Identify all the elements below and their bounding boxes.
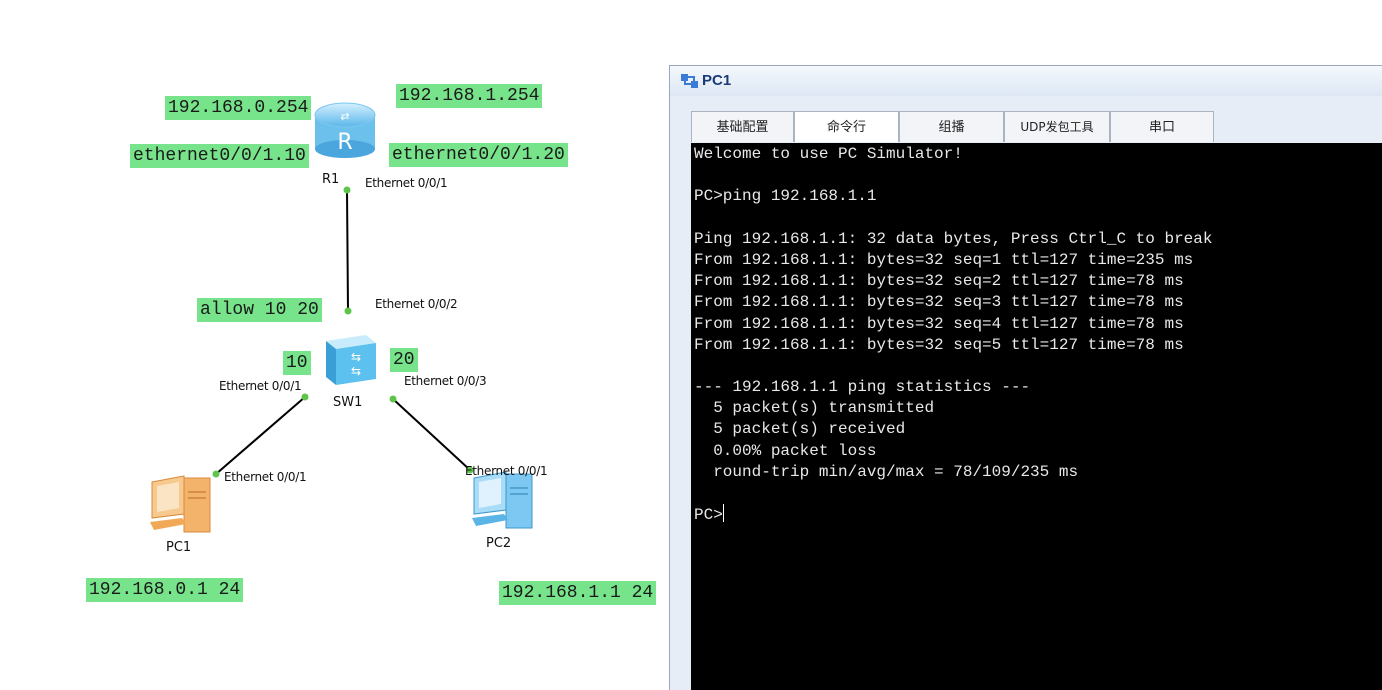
pc1-name: PC1 bbox=[166, 540, 192, 555]
subinterface-10-label: ethernet0/0/1.10 bbox=[130, 144, 309, 168]
console-line: From 192.168.1.1: bytes=32 seq=1 ttl=127… bbox=[694, 250, 1194, 269]
svg-text:⇄: ⇄ bbox=[340, 110, 349, 123]
command-console[interactable]: Welcome to use PC Simulator! PC>ping 192.… bbox=[691, 143, 1382, 690]
console-line: Ping 192.168.1.1: 32 data bytes, Press C… bbox=[694, 229, 1213, 248]
link-sw1-pc1 bbox=[215, 396, 306, 475]
pc-simulator-window[interactable]: PC1 基础配置 命令行 组播 UDP发包工具 串口 Welcome to us… bbox=[669, 65, 1382, 690]
pc2-icon[interactable] bbox=[468, 470, 536, 532]
console-line: --- 192.168.1.1 ping statistics --- bbox=[694, 378, 1031, 397]
gateway-vlan10-label: 192.168.0.254 bbox=[165, 96, 312, 120]
tab-udp-tool[interactable]: UDP发包工具 bbox=[1004, 111, 1110, 142]
console-line: 5 packet(s) transmitted bbox=[694, 399, 935, 418]
console-line: From 192.168.1.1: bytes=32 seq=4 ttl=127… bbox=[694, 314, 1184, 333]
port-dot bbox=[343, 186, 351, 194]
port-label-pc1: Ethernet 0/0/1 bbox=[224, 470, 307, 484]
router-name: R1 bbox=[322, 172, 340, 187]
switch-icon[interactable]: ⇆ ⇆ bbox=[320, 333, 378, 387]
subinterface-20-label: ethernet0/0/1.20 bbox=[389, 143, 568, 167]
svg-text:R: R bbox=[337, 130, 352, 155]
console-line: 5 packet(s) received bbox=[694, 420, 906, 439]
link-sw1-pc2 bbox=[392, 398, 471, 471]
text-cursor bbox=[722, 504, 724, 523]
trunk-allow-label: allow 10 20 bbox=[197, 298, 322, 322]
pc1-ip-label: 192.168.0.1 24 bbox=[86, 578, 244, 602]
router-icon[interactable]: ⇄ R bbox=[313, 101, 377, 159]
pc2-name: PC2 bbox=[486, 536, 512, 551]
pc2-ip-label: 192.168.1.1 24 bbox=[499, 581, 657, 605]
console-line: Welcome to use PC Simulator! bbox=[694, 145, 963, 163]
console-output: Welcome to use PC Simulator! PC>ping 192.… bbox=[694, 144, 1382, 504]
port-dot bbox=[389, 395, 397, 403]
tab-command-line[interactable]: 命令行 bbox=[794, 111, 899, 142]
device-icon bbox=[681, 74, 698, 88]
console-line: 0.00% packet loss bbox=[694, 441, 877, 460]
port-dot bbox=[344, 307, 352, 315]
port-label-pc2: Ethernet 0/0/1 bbox=[465, 464, 548, 478]
port-label-r1: Ethernet 0/0/1 bbox=[365, 176, 448, 190]
tab-multicast[interactable]: 组播 bbox=[899, 111, 1004, 142]
vlan10-label: 10 bbox=[283, 351, 311, 375]
port-label-sw1-pc2: Ethernet 0/0/3 bbox=[404, 374, 487, 388]
pc1-icon[interactable] bbox=[146, 474, 214, 536]
window-titlebar[interactable]: PC1 bbox=[670, 66, 1382, 96]
svg-text:⇆: ⇆ bbox=[351, 350, 361, 364]
console-line: From 192.168.1.1: bytes=32 seq=5 ttl=127… bbox=[694, 335, 1184, 354]
window-title: PC1 bbox=[702, 72, 732, 89]
console-line: From 192.168.1.1: bytes=32 seq=3 ttl=127… bbox=[694, 293, 1184, 312]
port-dot bbox=[301, 393, 309, 401]
gateway-vlan20-label: 192.168.1.254 bbox=[396, 84, 543, 108]
console-prompt: PC> bbox=[694, 506, 723, 525]
topology-canvas[interactable]: ⇄ R R1 ⇆ ⇆ SW1 PC1 PC2 Ethernet 0/0/1 Et… bbox=[0, 0, 668, 689]
console-line: round-trip min/avg/max = 78/109/235 ms bbox=[694, 462, 1079, 481]
console-line: From 192.168.1.1: bytes=32 seq=2 ttl=127… bbox=[694, 272, 1184, 291]
vlan20-label: 20 bbox=[390, 348, 418, 372]
tab-serial[interactable]: 串口 bbox=[1110, 111, 1214, 142]
switch-name: SW1 bbox=[333, 395, 363, 410]
console-line: PC>ping 192.168.1.1 bbox=[694, 187, 877, 206]
svg-text:⇆: ⇆ bbox=[351, 364, 361, 378]
tab-basic-config[interactable]: 基础配置 bbox=[691, 111, 794, 142]
link-r1-sw1 bbox=[346, 189, 349, 312]
port-label-sw1-uplink: Ethernet 0/0/2 bbox=[375, 297, 458, 311]
port-label-sw1-pc1: Ethernet 0/0/1 bbox=[219, 379, 302, 393]
